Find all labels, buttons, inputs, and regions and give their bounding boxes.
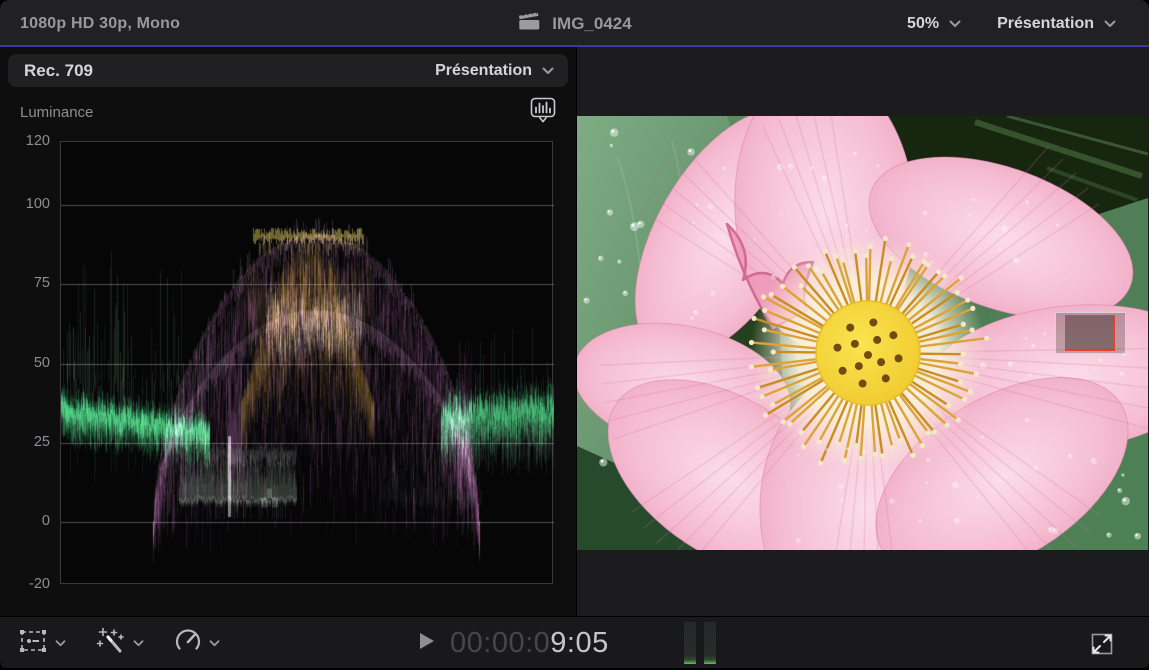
y-tick-label: 100 — [0, 196, 50, 212]
scope-channel-title: Luminance — [20, 104, 93, 121]
audio-meter-right — [704, 622, 716, 664]
colorspace-label: Rec. 709 — [24, 61, 93, 81]
clapperboard-icon — [517, 11, 540, 37]
expand-icon — [1088, 630, 1116, 658]
viewer-bottom-bar: 00:00:09:05 — [0, 616, 1149, 668]
luminance-waveform-plot — [60, 141, 553, 584]
chevron-down-icon — [133, 634, 144, 652]
scope-view-label: Présentation — [435, 62, 532, 80]
viewer-toolbar: 1080p HD 30p, Mono IMG_0424 — [0, 0, 1149, 47]
video-scopes-panel: Rec. 709 Présentation Luminance — [0, 47, 577, 616]
color-sample-inner-rect — [1065, 315, 1115, 351]
expand-fullscreen-button[interactable] — [1088, 630, 1116, 658]
y-tick-label: 0 — [0, 513, 50, 529]
scope-header-bar: Rec. 709 Présentation — [8, 54, 568, 87]
scope-settings-button[interactable] — [530, 97, 556, 125]
zoom-level-menu[interactable]: 50% — [907, 15, 961, 33]
fcp-viewer-window: 1080p HD 30p, Mono IMG_0424 — [0, 0, 1149, 670]
timecode-bright-digits: 9:05 — [550, 627, 608, 659]
viewer-view-label: Présentation — [997, 15, 1094, 33]
crop-transform-menu-button[interactable] — [18, 628, 66, 659]
viewer-view-menu[interactable]: Présentation — [997, 15, 1116, 33]
chevron-down-icon — [542, 62, 554, 80]
chevron-down-icon — [1104, 15, 1116, 33]
zoom-level-value: 50% — [907, 15, 939, 33]
y-tick-label: 75 — [0, 275, 50, 291]
luminance-waveform-canvas — [61, 142, 554, 585]
y-tick-label: -20 — [0, 576, 50, 592]
color-sample-rectangle[interactable] — [1055, 312, 1126, 354]
y-tick-label: 50 — [0, 355, 50, 371]
audio-meters-button[interactable] — [684, 622, 716, 664]
speedometer-icon — [174, 628, 202, 659]
timecode-display[interactable]: 00:00:09:05 — [450, 627, 609, 660]
enhancements-menu-button[interactable] — [96, 627, 144, 660]
clip-name: IMG_0424 — [552, 14, 631, 34]
chevron-down-icon — [949, 15, 961, 33]
viewer-photo — [577, 116, 1148, 550]
chevron-down-icon — [209, 634, 220, 652]
play-icon[interactable] — [418, 631, 436, 656]
clip-format-label: 1080p HD 30p, Mono — [20, 0, 180, 47]
retime-menu-button[interactable] — [174, 628, 220, 659]
scope-view-menu[interactable]: Présentation — [435, 62, 554, 80]
crop-transform-icon — [18, 628, 48, 659]
timecode-dim-digits: 00:00:0 — [450, 627, 550, 659]
chevron-down-icon — [55, 634, 66, 652]
magic-wand-icon — [96, 627, 126, 660]
y-tick-label: 25 — [0, 434, 50, 450]
viewer-pane — [577, 47, 1149, 616]
audio-meter-left — [684, 622, 696, 664]
y-tick-label: 120 — [0, 133, 50, 149]
